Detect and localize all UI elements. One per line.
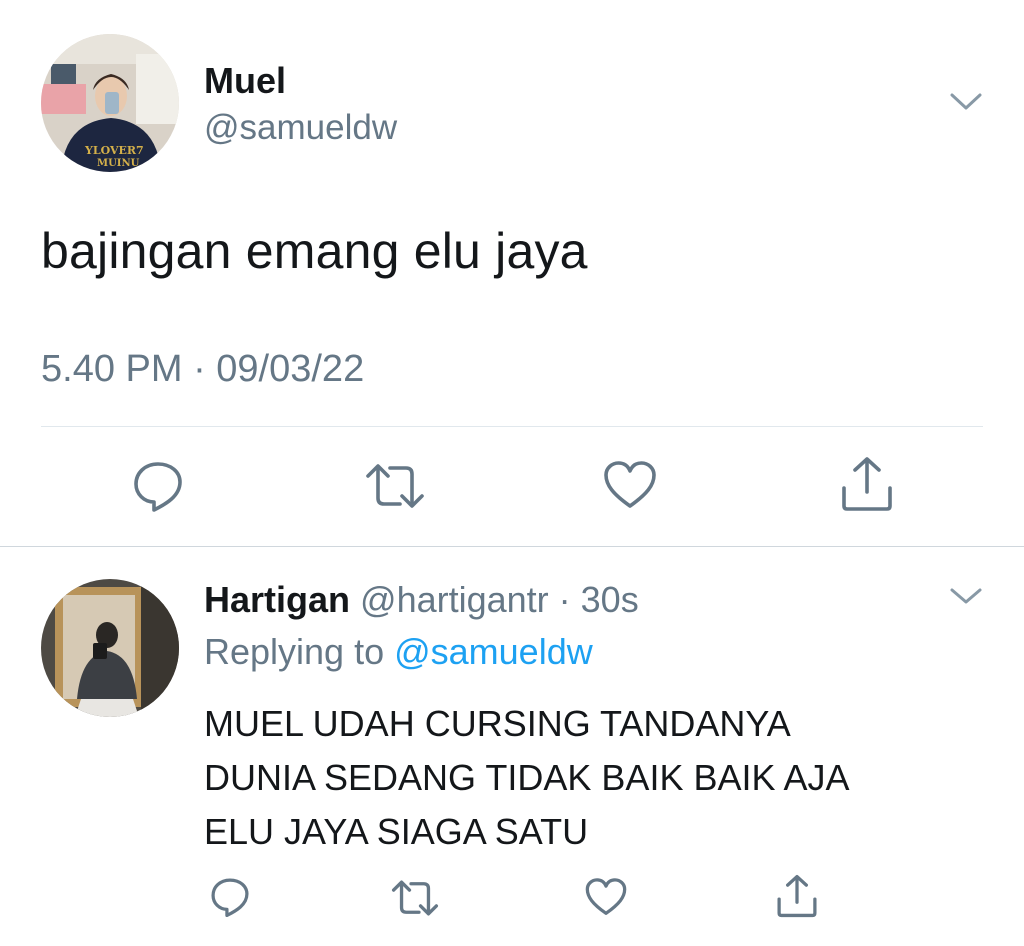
like-icon[interactable]: [603, 460, 657, 510]
reply-text: MUEL UDAH CURSING TANDANYA DUNIA SEDANG …: [204, 697, 984, 859]
like-icon[interactable]: [585, 877, 627, 917]
replying-to: Replying to @samueldw: [204, 631, 593, 673]
reply-tweet[interactable]: Hartigan @hartigantr · 30s Replying to @…: [0, 547, 1024, 946]
retweet-icon[interactable]: [366, 462, 424, 510]
reply-text-line: DUNIA SEDANG TIDAK BAIK BAIK AJA: [204, 757, 850, 798]
reply-text-line: MUEL UDAH CURSING TANDANYA: [204, 703, 791, 744]
reply-text-line: ELU JAYA SIAGA SATU: [204, 811, 589, 852]
reply-icon[interactable]: [210, 877, 250, 917]
svg-text:MUINU: MUINU: [97, 158, 140, 169]
main-tweet: YLOVER7 MUINU Muel @samueldw bajingan em…: [0, 0, 1024, 546]
reply-handle-time[interactable]: @hartigantr · 30s: [350, 579, 639, 620]
tweet-text: bajingan emang elu jaya: [41, 223, 588, 279]
author-name[interactable]: Muel: [204, 60, 286, 102]
retweet-icon[interactable]: [391, 879, 439, 917]
reply-icon[interactable]: [132, 460, 184, 512]
author-handle[interactable]: @samueldw: [204, 108, 397, 148]
avatar[interactable]: [41, 579, 179, 717]
avatar-photo: [41, 579, 179, 717]
tweet-timestamp[interactable]: 5.40 PM · 09/03/22: [41, 348, 364, 391]
svg-text:YLOVER7: YLOVER7: [84, 144, 144, 157]
share-icon[interactable]: [840, 456, 894, 512]
chevron-down-icon[interactable]: [948, 86, 984, 116]
replying-prefix: Replying to: [204, 631, 395, 672]
reply-header: Hartigan @hartigantr · 30s: [204, 579, 639, 621]
reply-author-name[interactable]: Hartigan: [204, 579, 350, 620]
replying-handle-link[interactable]: @samueldw: [394, 631, 593, 672]
avatar[interactable]: YLOVER7 MUINU: [41, 34, 179, 172]
chevron-down-icon[interactable]: [948, 583, 984, 609]
share-icon[interactable]: [776, 873, 818, 919]
avatar-photo: YLOVER7 MUINU: [41, 34, 179, 172]
divider: [41, 426, 983, 427]
